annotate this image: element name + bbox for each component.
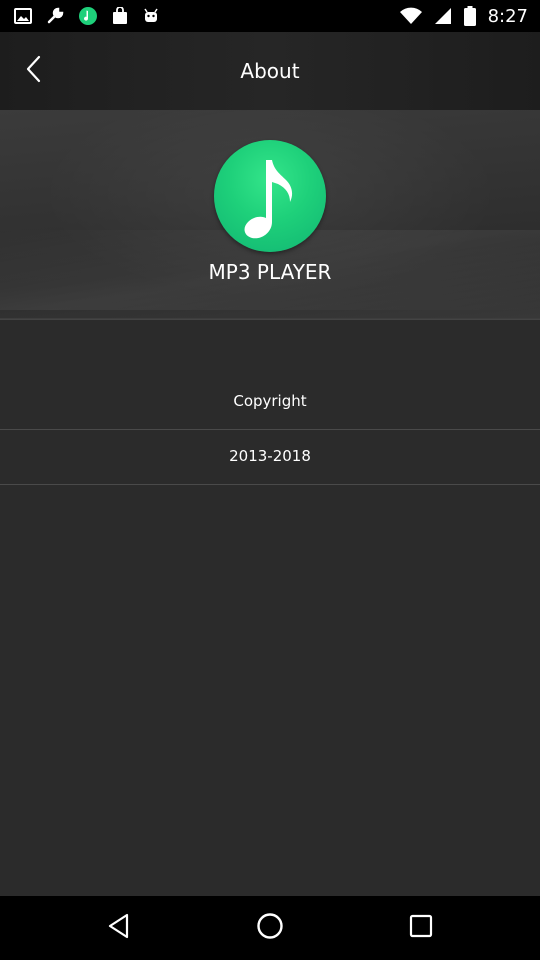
app-notification-icon — [78, 6, 98, 26]
copyright-years: 2013-2018 — [229, 447, 311, 465]
divider — [0, 319, 540, 320]
status-right-icons: 8:27 — [399, 0, 528, 32]
status-bar: 8:27 — [0, 0, 540, 32]
copyright-label: Copyright — [233, 392, 307, 410]
app-name: MP3 PLAYER — [208, 260, 332, 284]
app-header: About — [0, 32, 540, 110]
recents-square-icon — [409, 914, 433, 942]
divider — [0, 484, 540, 485]
navigation-bar — [0, 896, 540, 960]
bag-icon — [112, 7, 128, 25]
nav-back-button[interactable] — [79, 896, 159, 960]
app-info-panel: MP3 PLAYER — [0, 110, 540, 319]
home-circle-icon — [256, 912, 284, 944]
page-title: About — [240, 59, 300, 83]
app-logo — [214, 140, 326, 252]
status-time: 8:27 — [487, 5, 528, 27]
back-triangle-icon — [107, 913, 131, 943]
battery-icon — [463, 6, 476, 26]
wrench-icon — [46, 7, 64, 25]
wifi-icon — [399, 7, 422, 25]
cellular-icon — [434, 7, 452, 25]
about-screen: 8:27 About MP3 PLAYER Copyright 2013-201… — [0, 0, 540, 960]
android-icon — [142, 7, 160, 25]
status-left-icons — [14, 0, 160, 32]
nav-recents-button[interactable] — [381, 896, 461, 960]
nav-home-button[interactable] — [230, 896, 310, 960]
image-icon — [14, 8, 32, 24]
